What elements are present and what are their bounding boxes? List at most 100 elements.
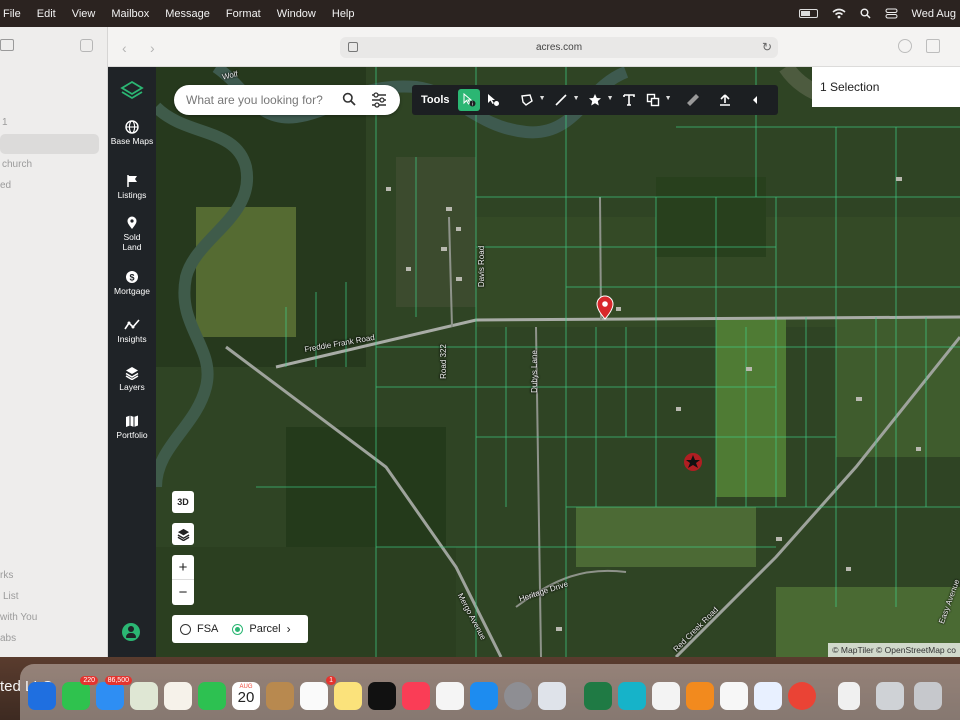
shortcuts-icon[interactable]: [754, 682, 782, 710]
back-button[interactable]: ‹: [122, 40, 127, 56]
rail-base-maps[interactable]: Base Maps: [108, 120, 156, 146]
rail-insights[interactable]: Insights: [108, 318, 156, 344]
sidebar-item[interactable]: rks: [0, 570, 13, 581]
news-icon[interactable]: [436, 682, 464, 710]
upload-icon[interactable]: [714, 89, 736, 111]
fsa-radio[interactable]: [180, 623, 191, 635]
maps-icon[interactable]: [130, 682, 158, 710]
sidebar-item[interactable]: abs: [0, 633, 16, 644]
menu-message[interactable]: Message: [157, 8, 218, 20]
parcel-radio[interactable]: [232, 623, 244, 635]
acres-logo-icon[interactable]: [120, 79, 144, 103]
menu-file[interactable]: File: [0, 8, 29, 20]
satellite-map[interactable]: Freddie Frank Road Road 322 Davis Road D…: [156, 67, 960, 657]
iphone-mirroring-icon[interactable]: [538, 682, 566, 710]
sidebar-toggle-icon[interactable]: [0, 39, 14, 51]
menu-edit[interactable]: Edit: [29, 8, 64, 20]
reload-icon[interactable]: ↻: [762, 40, 772, 54]
polygon-icon[interactable]: ▼: [516, 89, 546, 111]
line-icon[interactable]: ▼: [550, 89, 580, 111]
parcel-label[interactable]: Parcel: [249, 623, 280, 635]
music-icon[interactable]: [402, 682, 430, 710]
messages-icon[interactable]: 220: [62, 676, 98, 710]
menu-help[interactable]: Help: [324, 8, 363, 20]
calendar-day: 20: [237, 689, 255, 706]
sidebar-item[interactable]: List: [3, 591, 19, 602]
photos-icon[interactable]: [164, 682, 192, 710]
new-tab-group-icon[interactable]: [80, 39, 93, 52]
battery-icon[interactable]: [798, 9, 818, 18]
rail-listings[interactable]: Listings: [108, 174, 156, 200]
canva-icon[interactable]: [618, 682, 646, 710]
mail-badge: 86,500: [104, 676, 132, 685]
chrome-icon[interactable]: [788, 682, 816, 710]
menu-mailbox[interactable]: Mailbox: [103, 8, 157, 20]
clock[interactable]: Wed Aug: [912, 8, 956, 20]
ruler-icon[interactable]: [682, 89, 704, 111]
select-info-icon[interactable]: i: [457, 89, 480, 111]
search-icon[interactable]: [342, 92, 356, 106]
chevron-down-icon: ▼: [606, 95, 614, 102]
page-icon: [348, 42, 358, 52]
chevron-right-icon[interactable]: ›: [287, 622, 291, 636]
menu-format[interactable]: Format: [218, 8, 269, 20]
select-parcel-icon[interactable]: [482, 89, 504, 111]
document-icon[interactable]: [838, 682, 860, 710]
selection-panel[interactable]: 1 Selection: [812, 67, 960, 107]
download-icon[interactable]: [898, 39, 912, 53]
menu-view[interactable]: View: [64, 8, 104, 20]
contacts-icon[interactable]: [266, 682, 294, 710]
menu-window[interactable]: Window: [269, 8, 324, 20]
sidebar-item[interactable]: with You: [0, 612, 37, 623]
rail-label: Sold Land: [122, 232, 142, 252]
zoom-out-button[interactable]: −: [172, 580, 194, 605]
svg-text:$: $: [129, 273, 134, 283]
books-icon[interactable]: [686, 682, 714, 710]
address-bar[interactable]: acres.com ↻: [340, 37, 778, 58]
trash-icon[interactable]: [914, 682, 942, 710]
user-avatar-icon[interactable]: [122, 623, 140, 641]
reminders-icon[interactable]: 1: [300, 676, 336, 710]
zoom-in-button[interactable]: +: [172, 555, 194, 580]
safari-icon[interactable]: [28, 682, 56, 710]
map-attribution[interactable]: © MapTiler © OpenStreetMap co: [828, 643, 960, 657]
spotlight-icon[interactable]: [860, 8, 871, 19]
app-store-icon[interactable]: [470, 682, 498, 710]
rail-layers[interactable]: Layers: [108, 366, 156, 392]
pages-icon[interactable]: [652, 682, 680, 710]
excel-icon[interactable]: [584, 682, 612, 710]
apple-tv-icon[interactable]: [368, 682, 396, 710]
text-icon[interactable]: [618, 89, 640, 111]
fsa-label[interactable]: FSA: [197, 623, 218, 635]
forward-button[interactable]: ›: [150, 40, 155, 56]
search-input[interactable]: [186, 93, 336, 107]
star-marker[interactable]: [684, 453, 702, 471]
sidebar-item[interactable]: 1: [2, 117, 8, 128]
filter-icon[interactable]: [370, 91, 388, 109]
downloads-icon[interactable]: [876, 682, 904, 710]
shapes-icon[interactable]: ▼: [642, 89, 672, 111]
rail-mortgage[interactable]: $ Mortgage: [108, 270, 156, 296]
sidebar-item[interactable]: ed: [0, 180, 11, 191]
collapse-icon[interactable]: [744, 89, 766, 111]
map-layers-button[interactable]: [172, 523, 194, 545]
sidebar-item[interactable]: church: [2, 159, 32, 170]
sidebar-item-selected[interactable]: [0, 134, 99, 154]
calendar-icon[interactable]: AUG 20: [232, 682, 260, 710]
mail-icon[interactable]: 86,500: [96, 676, 132, 710]
3d-toggle-button[interactable]: 3D: [172, 491, 194, 513]
notes-icon[interactable]: [334, 682, 362, 710]
control-center-icon[interactable]: [885, 8, 898, 19]
tools-toolbar: Tools i ▼ ▼ ▼ ▼: [412, 85, 778, 115]
star-icon[interactable]: ▼: [584, 89, 614, 111]
facetime-icon[interactable]: [198, 682, 226, 710]
rail-portfolio[interactable]: Portfolio: [108, 414, 156, 440]
url-text: acres.com: [535, 42, 583, 53]
share-icon[interactable]: [926, 39, 940, 53]
rail-sold-land[interactable]: Sold Land: [108, 216, 156, 252]
zoom-control: + −: [172, 555, 194, 605]
chevron-down-icon: ▼: [572, 95, 580, 102]
wifi-icon[interactable]: [832, 8, 846, 19]
system-settings-icon[interactable]: [504, 682, 532, 710]
freeform-icon[interactable]: [720, 682, 748, 710]
